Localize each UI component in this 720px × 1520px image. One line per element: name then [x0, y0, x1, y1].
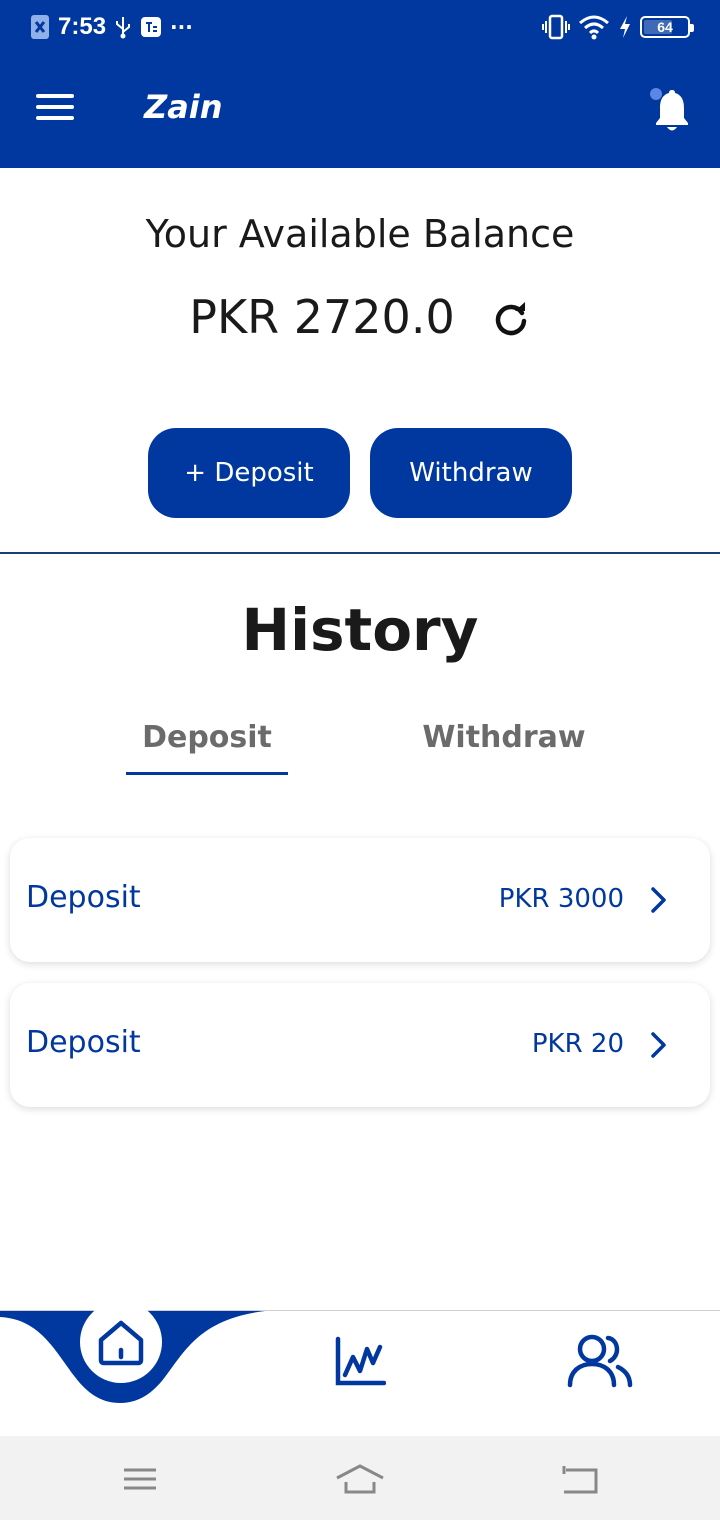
system-home-icon[interactable]	[334, 1462, 386, 1496]
nav-home[interactable]	[80, 1301, 162, 1383]
refresh-icon[interactable]	[491, 299, 531, 339]
deposit-button[interactable]: + Deposit	[148, 428, 350, 518]
section-divider	[0, 552, 720, 554]
system-navigation-bar	[0, 1436, 720, 1520]
bell-icon[interactable]	[650, 86, 692, 136]
status-left: 7:53 ···	[30, 13, 193, 41]
system-back-icon[interactable]	[560, 1462, 600, 1496]
notification-dot	[650, 88, 662, 100]
recent-apps-icon[interactable]	[122, 1462, 158, 1496]
app-title: Zain	[144, 88, 223, 126]
history-item-amount: PKR 3000	[498, 884, 624, 914]
active-tab-indicator	[126, 772, 288, 775]
withdraw-button[interactable]: Withdraw	[370, 428, 572, 518]
balance-title: Your Available Balance	[145, 212, 575, 256]
status-time: 7:53	[58, 13, 107, 40]
users-icon[interactable]	[566, 1333, 634, 1389]
history-item[interactable]: Deposit PKR 3000	[10, 838, 710, 962]
history-item-label: Deposit	[26, 880, 141, 915]
app-bar: Zain	[0, 56, 720, 168]
chart-icon[interactable]	[334, 1335, 386, 1387]
balance-row: PKR 2720.0	[0, 290, 720, 344]
tab-withdraw[interactable]: Withdraw	[416, 720, 592, 755]
home-icon	[98, 1320, 144, 1366]
balance-amount: PKR 2720.0	[189, 290, 455, 344]
history-item-label: Deposit	[26, 1025, 141, 1060]
status-right: 64	[542, 14, 694, 40]
status-bar: 7:53 ··· 64	[0, 0, 720, 56]
usb-icon	[116, 17, 131, 39]
chevron-right-icon	[651, 887, 666, 913]
battery-level: 64	[657, 19, 673, 35]
balance-actions: + Deposit Withdraw	[148, 428, 572, 518]
hamburger-icon[interactable]	[36, 94, 76, 124]
history-item-amount: PKR 20	[531, 1029, 624, 1059]
app-notification-icon	[141, 17, 162, 37]
charging-icon	[620, 16, 630, 38]
status-more-indicator: ···	[170, 15, 193, 39]
battery-indicator: 64	[640, 16, 694, 38]
wifi-icon	[579, 15, 609, 40]
history-tabs: Deposit Withdraw	[0, 720, 720, 780]
tab-deposit[interactable]: Deposit	[126, 720, 288, 755]
history-item[interactable]: Deposit PKR 20	[10, 983, 710, 1107]
chevron-right-icon	[651, 1032, 666, 1058]
history-title: History	[241, 596, 479, 664]
sim-icon	[31, 15, 49, 39]
vibrate-icon	[542, 14, 570, 40]
bottom-navigation	[0, 1301, 720, 1436]
